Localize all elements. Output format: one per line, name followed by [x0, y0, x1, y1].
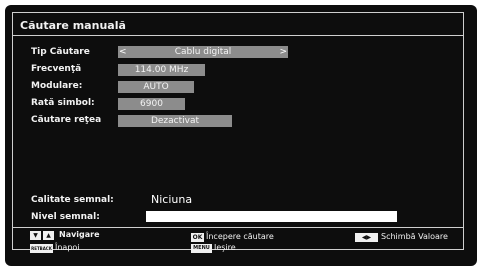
modulation-label: Modulare: [31, 81, 83, 91]
search-type-selector[interactable]: < Cablu digital > [118, 46, 288, 58]
signal-quality-label: Calitate semnal: [31, 195, 114, 205]
back-hint: Înapoi [55, 243, 80, 252]
start-search-hint: Începere căutare [206, 232, 274, 241]
chevron-right-icon[interactable]: > [277, 46, 287, 58]
symbol-rate-label: Rată simbol: [31, 98, 95, 108]
arrow-up-icon: ▲ [43, 231, 54, 240]
ok-key: OK [191, 233, 204, 242]
title-divider [13, 35, 463, 36]
exit-hint: Ieşire [214, 243, 236, 252]
return-back-key: RETBACK [30, 244, 53, 253]
change-value-hint: Schimbă Valoare [381, 232, 448, 241]
network-search-field[interactable]: Dezactivat [118, 115, 232, 127]
navigate-hint: Navigare [59, 230, 100, 239]
signal-quality-value: Niciuna [151, 193, 193, 206]
frequency-label: Frecvenţă [31, 64, 82, 74]
signal-level-label: Nivel semnal: [31, 212, 100, 222]
footer-divider [13, 227, 463, 228]
search-type-value: Cablu digital [174, 47, 232, 57]
network-search-label: Căutare reţea [31, 115, 102, 125]
chevron-left-icon[interactable]: < [119, 46, 129, 58]
modulation-field[interactable]: AUTO [118, 81, 194, 93]
left-right-keys-icon: ◀▶ [355, 233, 378, 242]
menu-key: MENU [191, 244, 212, 253]
symbol-rate-field[interactable]: 6900 [118, 98, 185, 110]
arrow-down-icon: ▼ [30, 231, 41, 240]
signal-level-bar [146, 211, 397, 222]
search-type-label: Tip Căutare [31, 47, 90, 57]
frequency-field[interactable]: 114.00 MHz [118, 64, 205, 76]
dialog-title: Căutare manuală [20, 19, 126, 32]
